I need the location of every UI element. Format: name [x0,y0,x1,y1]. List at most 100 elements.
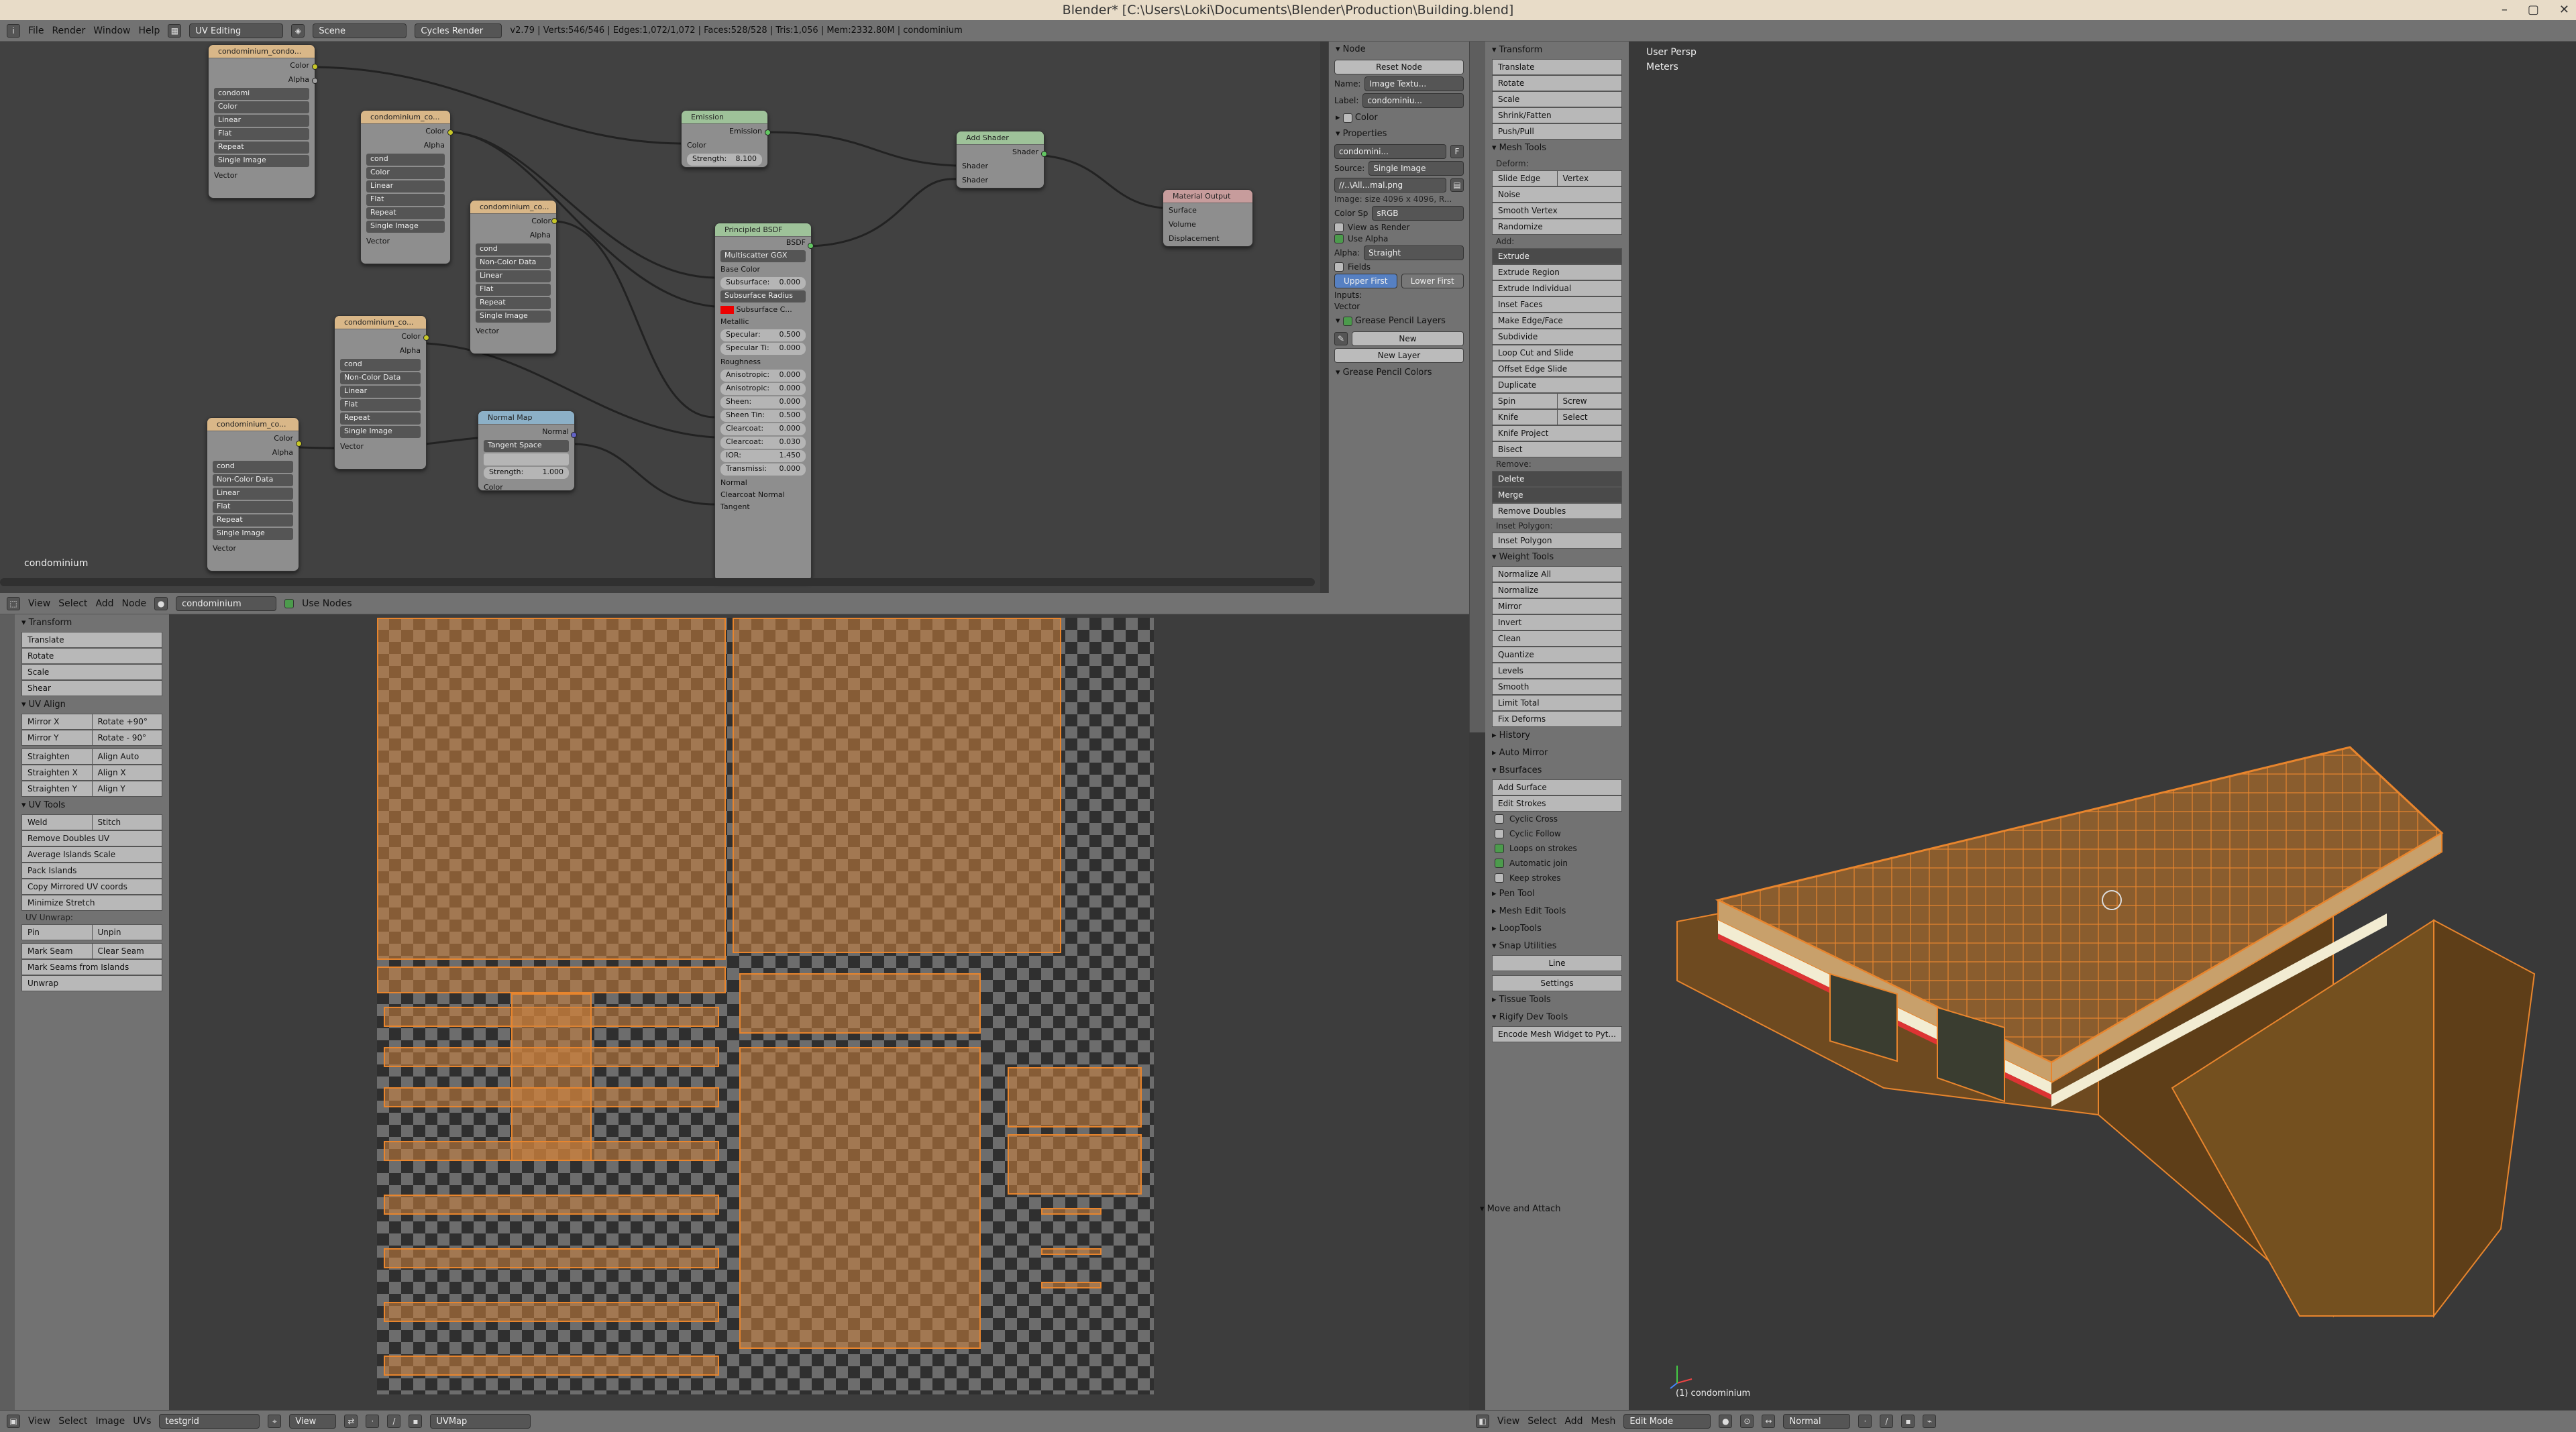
smooth-button[interactable]: Smooth [1492,679,1622,695]
unpin-button[interactable]: Unpin [93,925,162,940]
uv-scale-button[interactable]: Scale [21,664,162,680]
toolshelf-tabs[interactable] [1469,42,1485,732]
section-history[interactable]: ▸ History [1485,727,1629,745]
space-select[interactable]: Tangent Space [484,440,569,452]
socket[interactable] [312,64,318,70]
socket[interactable] [571,432,577,438]
mark-seam-button[interactable]: Mark Seam [22,944,93,958]
pack-islands-button[interactable]: Pack Islands [21,863,162,879]
menu-add[interactable]: Add [95,598,113,609]
make-edge-face-button[interactable]: Make Edge/Face [1492,313,1622,329]
edge-select-icon[interactable]: / [1880,1415,1894,1428]
section-snap-utilities[interactable]: ▾ Snap Utilities [1485,938,1629,955]
rotate-minus-90-button[interactable]: Rotate - 90° [93,730,162,745]
section-pen-tool[interactable]: ▸ Pen Tool [1485,885,1629,903]
menu-image[interactable]: Image [95,1416,125,1427]
section-mesh-tools[interactable]: ▾ Mesh Tools [1485,140,1629,157]
minimize-stretch-button[interactable]: Minimize Stretch [21,895,162,911]
uv-island[interactable] [1008,1134,1142,1195]
keep-strokes-checkbox[interactable] [1495,873,1504,883]
mark-seams-islands-button[interactable]: Mark Seams from Islands [21,959,162,975]
offset-edge-slide-button[interactable]: Offset Edge Slide [1492,361,1622,377]
translate-button[interactable]: Translate [1492,59,1622,75]
emission-node[interactable]: Emission Emission Color Strength: 8.100 [681,110,768,168]
folder-icon[interactable]: ▤ [1450,178,1464,192]
socket[interactable] [312,78,318,84]
straighten-button[interactable]: Straighten [22,749,93,764]
section-looptools[interactable]: ▸ LoopTools [1485,920,1629,938]
projection-select[interactable]: Flat [214,128,309,140]
node-editor[interactable]: condominium_condo... Color Alpha condomi… [0,42,1320,593]
view-as-render-checkbox[interactable] [1334,223,1344,232]
section-rigify-dev-tools[interactable]: ▾ Rigify Dev Tools [1485,1009,1629,1026]
pencil-icon[interactable]: ✎ [1334,332,1348,345]
menu-file[interactable]: File [28,25,44,36]
filepath-field[interactable]: //..\All...mal.png [1334,178,1446,192]
bisect-button[interactable]: Bisect [1492,441,1622,457]
socket[interactable] [765,129,771,135]
noise-button[interactable]: Noise [1492,186,1622,203]
merge-menu[interactable]: Merge [1492,487,1622,503]
snap-settings-button[interactable]: Settings [1492,975,1622,991]
average-islands-button[interactable]: Average Islands Scale [21,846,162,863]
image-texture-node[interactable]: condominium_co... Color Alpha cond Non-C… [334,315,427,470]
socket[interactable] [808,243,814,249]
uv-image-view[interactable] [169,614,1469,1410]
slide-edge-button[interactable]: Slide Edge [1493,171,1558,186]
projection-select[interactable]: Flat [213,501,293,513]
use-alpha-checkbox[interactable] [1334,234,1344,243]
extrude-menu[interactable]: Extrude [1492,248,1622,264]
reset-node-button[interactable]: Reset Node [1334,60,1464,74]
view-mode-select[interactable]: View [289,1414,337,1429]
layout-select[interactable]: UV Editing [189,23,284,38]
mirror-button[interactable]: Mirror [1492,598,1622,614]
image-select[interactable]: cond [366,154,445,166]
knife-select-button[interactable]: Select [1558,410,1622,425]
image-select[interactable]: cond [476,243,551,256]
mode-select[interactable]: Edit Mode [1623,1414,1711,1429]
socket[interactable] [551,218,557,224]
menu-view[interactable]: View [28,598,50,609]
shading-icon[interactable]: ● [1719,1415,1733,1428]
operator-panel-header[interactable]: ▾ Move and Attach [1473,1201,1627,1218]
image-select[interactable]: cond [213,461,293,473]
source-select[interactable]: Single Image [476,311,551,323]
color-checkbox[interactable] [1342,113,1352,123]
editor-type-icon[interactable]: i [7,23,20,38]
uv-island[interactable] [733,618,1061,953]
clean-button[interactable]: Clean [1492,630,1622,647]
uv-island[interactable] [1041,1248,1102,1255]
menu-help[interactable]: Help [138,25,160,36]
weld-button[interactable]: Weld [22,815,93,830]
section-auto-mirror[interactable]: ▸ Auto Mirror [1485,745,1629,762]
fake-user-icon[interactable]: F [1450,145,1464,158]
color-space-select[interactable]: Non-Color Data [476,257,551,269]
section-uv-align[interactable]: ▾ UV Align [15,696,169,714]
mirror-x-button[interactable]: Mirror X [22,714,93,729]
straighten-y-button[interactable]: Straighten Y [22,781,93,796]
quantize-button[interactable]: Quantize [1492,647,1622,663]
interpolation-select[interactable]: Linear [366,180,445,192]
menu-add[interactable]: Add [1564,1416,1582,1427]
editor-type-icon[interactable]: ▣ [7,1415,20,1428]
projection-select[interactable]: Flat [366,194,445,206]
uv-toolshelf-tabs[interactable] [0,614,15,1410]
uv-map-field[interactable] [484,453,569,465]
align-y-button[interactable]: Align Y [93,781,162,796]
menu-select[interactable]: Select [58,1416,87,1427]
delete-menu[interactable]: Delete [1492,471,1622,487]
color-space-select[interactable]: Color [366,167,445,179]
stitch-button[interactable]: Stitch [93,815,162,830]
socket[interactable] [1041,151,1047,157]
snap-icon[interactable]: ⌁ [1923,1415,1937,1428]
projection-select[interactable]: Flat [340,399,421,411]
slide-vertex-button[interactable]: Vertex [1558,171,1622,186]
bsdf-slider[interactable]: Anisotropic: 0.000 [720,383,806,395]
image-select[interactable]: condomi [214,88,309,100]
extrude-individual-button[interactable]: Extrude Individual [1492,280,1622,296]
material-output-node[interactable]: Material Output Surface Volume Displacem… [1163,189,1253,247]
add-shader-node[interactable]: Add Shader Shader Shader Shader [956,131,1044,188]
color-swatch[interactable] [720,306,734,314]
limit-total-button[interactable]: Limit Total [1492,695,1622,711]
vertex-select-icon[interactable]: · [366,1415,380,1428]
